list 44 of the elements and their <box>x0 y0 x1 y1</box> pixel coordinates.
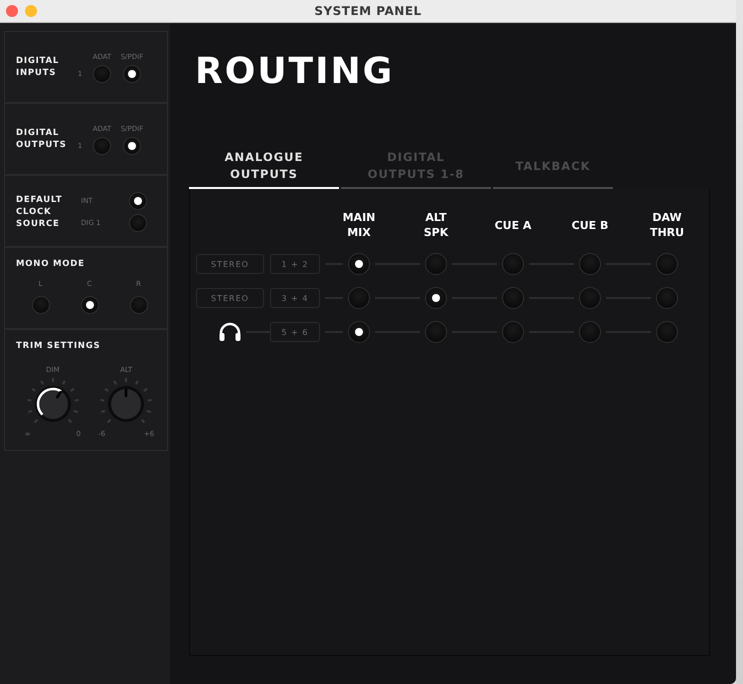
mode-label: STEREO <box>196 254 264 274</box>
radio-button[interactable] <box>579 253 601 275</box>
section-title: TRIM SETTINGS <box>16 340 102 352</box>
channel-label: 1 + 2 <box>270 254 320 274</box>
mode-label: STEREO <box>196 288 264 308</box>
window-title: SYSTEM PANEL <box>314 4 422 18</box>
radio-button[interactable] <box>348 287 370 309</box>
radio-button[interactable] <box>579 321 601 343</box>
radio-selected[interactable] <box>80 296 98 314</box>
radio-button[interactable] <box>656 253 678 275</box>
channel-label: 5 + 6 <box>270 322 320 342</box>
radio-button[interactable] <box>656 321 678 343</box>
radio-button[interactable] <box>93 65 111 83</box>
radio-button[interactable] <box>502 253 524 275</box>
section-title: MONO MODE <box>16 258 86 270</box>
radio-button[interactable] <box>425 321 447 343</box>
radio-selected[interactable] <box>425 287 447 309</box>
radio-selected[interactable] <box>348 321 370 343</box>
page-title: ROUTING <box>195 50 396 94</box>
radio-button[interactable] <box>502 287 524 309</box>
column-header: ALT SPK <box>422 210 450 240</box>
column-header: CUE A <box>494 218 532 232</box>
radio-selected[interactable] <box>348 253 370 275</box>
radio-selected[interactable] <box>123 65 141 83</box>
radio-selected[interactable] <box>123 137 141 155</box>
minimize-button[interactable] <box>25 5 37 17</box>
close-button[interactable] <box>6 5 18 17</box>
radio-button[interactable] <box>656 287 678 309</box>
radio-button[interactable] <box>32 296 50 314</box>
channel-label: 3 + 4 <box>270 288 320 308</box>
radio-button[interactable] <box>129 214 147 232</box>
section-title: DEFAULT CLOCK SOURCE <box>16 194 64 230</box>
column-header: CUE B <box>570 218 610 232</box>
section-title: DIGITAL INPUTS <box>16 55 60 79</box>
radio-button[interactable] <box>425 253 447 275</box>
headphones-icon <box>218 322 242 342</box>
radio-selected[interactable] <box>129 192 147 210</box>
section-title: DIGITAL OUTPUTS <box>16 127 68 151</box>
radio-button[interactable] <box>579 287 601 309</box>
column-header: DAW THRU <box>648 210 686 240</box>
column-header: MAIN MIX <box>342 210 376 240</box>
radio-button[interactable] <box>502 321 524 343</box>
radio-button[interactable] <box>130 296 148 314</box>
radio-button[interactable] <box>93 137 111 155</box>
